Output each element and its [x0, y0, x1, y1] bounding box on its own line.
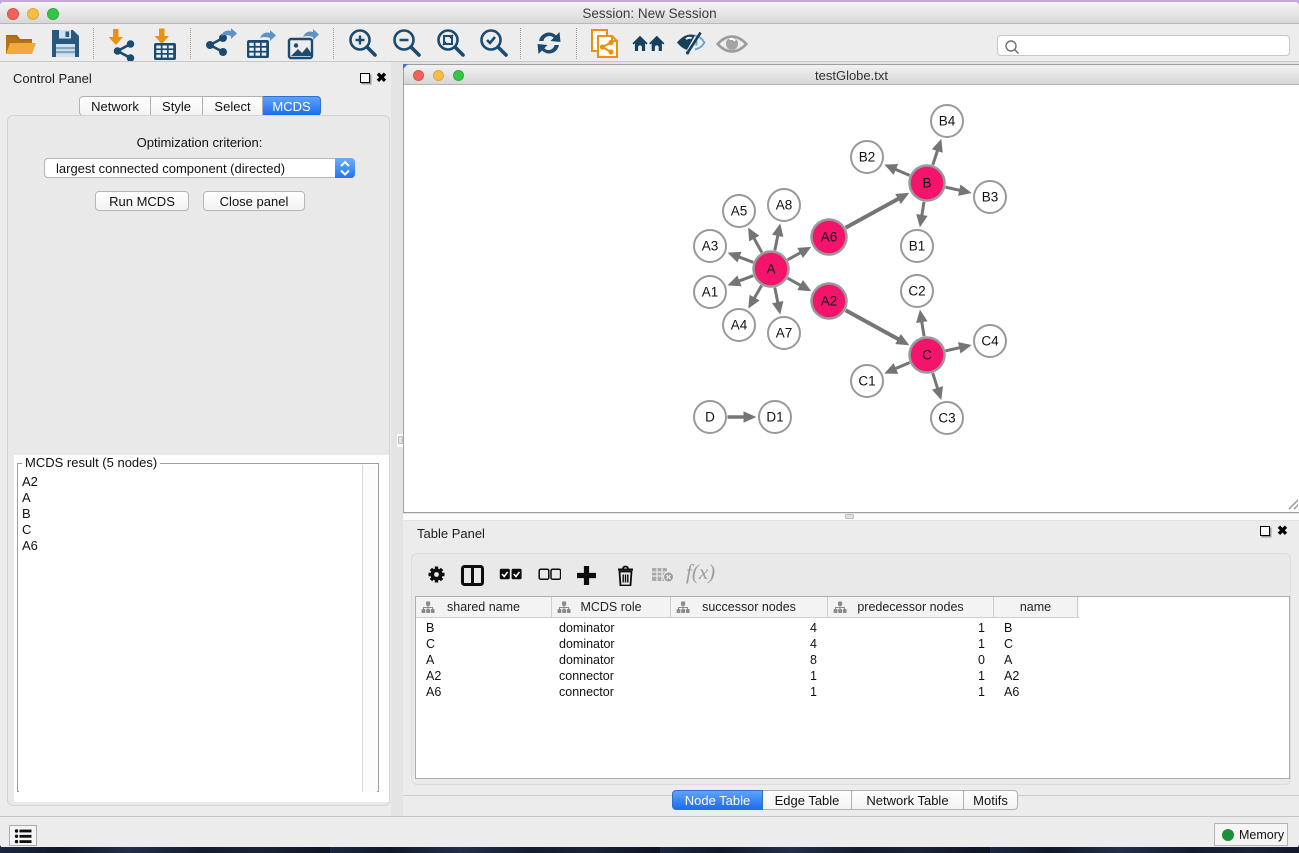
svg-text:A8: A8	[776, 198, 793, 213]
svg-text:A6: A6	[821, 230, 838, 245]
svg-text:A3: A3	[702, 239, 719, 254]
svg-text:C4: C4	[981, 334, 999, 349]
svg-text:B2: B2	[859, 150, 876, 165]
svg-text:B4: B4	[939, 114, 956, 129]
svg-text:C1: C1	[858, 374, 875, 389]
svg-text:A7: A7	[776, 326, 793, 341]
svg-text:A5: A5	[731, 204, 748, 219]
svg-text:C2: C2	[908, 284, 925, 299]
svg-text:A1: A1	[702, 285, 719, 300]
svg-text:A2: A2	[821, 294, 838, 309]
svg-text:B: B	[922, 176, 931, 191]
svg-text:B1: B1	[909, 239, 926, 254]
svg-text:C3: C3	[938, 411, 955, 426]
svg-text:D: D	[705, 410, 715, 425]
svg-text:B3: B3	[982, 190, 999, 205]
svg-text:D1: D1	[766, 410, 783, 425]
svg-text:A: A	[766, 262, 775, 277]
svg-text:C: C	[922, 348, 932, 363]
svg-text:A4: A4	[731, 318, 748, 333]
